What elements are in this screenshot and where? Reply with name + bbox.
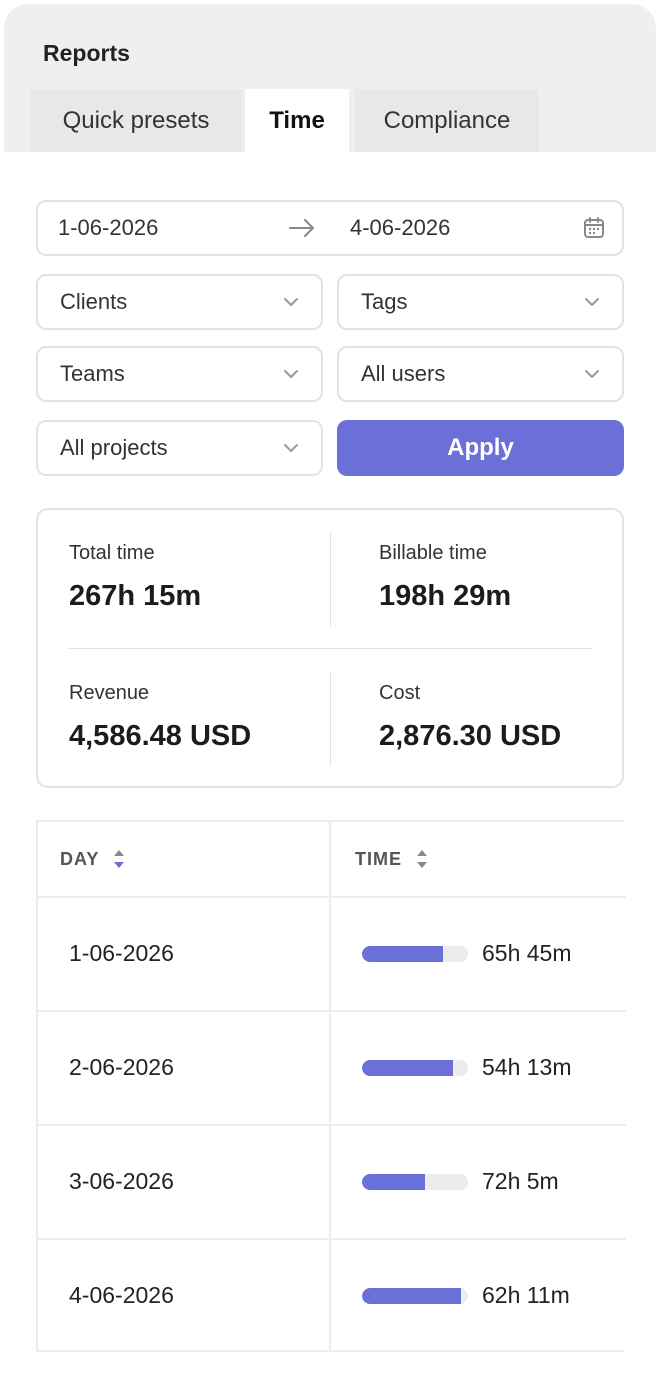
revenue-label: Revenue <box>69 682 150 704</box>
table-row[interactable]: 3-06-2026 72h 5m <box>38 1126 626 1240</box>
day-column-header[interactable]: DAY <box>60 848 125 870</box>
time-progress-fill <box>362 1174 425 1190</box>
chevron-down-icon <box>284 370 298 378</box>
apply-button[interactable]: Apply <box>337 420 624 476</box>
users-select[interactable]: All users <box>337 346 624 402</box>
time-column-header[interactable]: TIME <box>355 848 428 870</box>
time-progress-fill <box>362 1060 454 1076</box>
cost-value: 2,876.30 USD <box>379 720 562 752</box>
summary-card: Total time 267h 15m Billable time 198h 2… <box>36 508 624 788</box>
billable-time-label: Billable time <box>379 542 487 564</box>
time-cell: 54h 13m <box>482 1054 572 1080</box>
chevron-down-icon <box>585 298 599 306</box>
time-progress-fill <box>362 1288 461 1304</box>
time-progress-fill <box>362 946 443 962</box>
clients-select[interactable]: Clients <box>36 274 323 330</box>
day-cell: 2-06-2026 <box>69 1054 174 1080</box>
sort-icon[interactable] <box>416 848 428 870</box>
day-cell: 3-06-2026 <box>69 1168 174 1194</box>
chevron-down-icon <box>284 444 298 452</box>
revenue-value: 4,586.48 USD <box>69 720 252 752</box>
clients-select-label: Clients <box>60 289 128 314</box>
chevron-down-icon <box>284 298 298 306</box>
time-progress-bar <box>362 1288 468 1304</box>
billable-time-value: 198h 29m <box>379 580 512 612</box>
tags-select-label: Tags <box>361 289 408 314</box>
projects-select-label: All projects <box>60 435 168 460</box>
time-table: DAY TIME 1-06-2026 65h 45m 2-06-2026 54h… <box>36 820 626 1354</box>
date-range-picker[interactable]: 1-06-2026 4-06-2026 <box>36 200 624 256</box>
users-select-label: All users <box>361 361 446 386</box>
time-cell: 62h 11m <box>482 1282 570 1308</box>
divider <box>68 648 592 649</box>
arrow-right-icon <box>289 219 314 237</box>
table-row[interactable]: 4-06-2026 62h 11m <box>38 1240 626 1354</box>
tab-quick-presets[interactable]: Quick presets <box>30 89 242 152</box>
teams-select[interactable]: Teams <box>36 346 323 402</box>
time-progress-bar <box>362 1060 468 1076</box>
page-title: Reports <box>43 40 130 66</box>
tags-select[interactable]: Tags <box>337 274 624 330</box>
time-cell: 65h 45m <box>482 940 572 966</box>
total-time-value: 267h 15m <box>69 580 202 612</box>
time-cell: 72h 5m <box>482 1168 559 1194</box>
table-header: DAY TIME <box>38 822 626 898</box>
day-cell: 4-06-2026 <box>69 1282 174 1308</box>
table-row[interactable]: 2-06-2026 54h 13m <box>38 1012 626 1126</box>
date-from[interactable]: 1-06-2026 <box>58 215 158 241</box>
time-progress-bar <box>362 946 468 962</box>
tab-time[interactable]: Time <box>245 89 349 152</box>
table-row[interactable]: 1-06-2026 65h 45m <box>38 898 626 1012</box>
time-progress-bar <box>362 1174 468 1190</box>
calendar-icon[interactable] <box>582 216 606 240</box>
sort-icon[interactable] <box>113 848 125 870</box>
teams-select-label: Teams <box>60 361 125 386</box>
reports-header: Reports Quick presets Time Compliance <box>4 4 656 152</box>
cost-label: Cost <box>379 682 421 704</box>
time-column-label: TIME <box>355 848 402 869</box>
chevron-down-icon <box>585 370 599 378</box>
total-time-label: Total time <box>69 542 155 564</box>
divider <box>330 532 331 626</box>
day-cell: 1-06-2026 <box>69 940 174 966</box>
divider <box>330 672 331 766</box>
day-column-label: DAY <box>60 848 100 869</box>
tab-compliance[interactable]: Compliance <box>355 89 539 152</box>
projects-select[interactable]: All projects <box>36 420 323 476</box>
date-to[interactable]: 4-06-2026 <box>350 215 450 241</box>
